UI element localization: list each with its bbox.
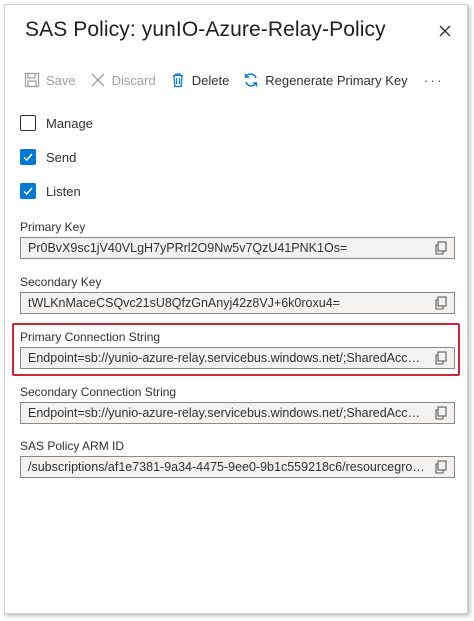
primary-connection-string-value: Endpoint=sb://yunio-azure-relay.serviceb… [28,351,426,365]
delete-button[interactable]: Delete [170,72,230,88]
manage-checkbox-box[interactable] [20,115,36,131]
copy-icon[interactable] [434,241,448,255]
save-label: Save [46,72,76,88]
close-icon [439,25,451,37]
discard-label: Discard [111,72,156,88]
checkbox-listen[interactable]: Listen [20,183,81,199]
discard-button[interactable]: Discard [90,72,156,88]
close-button[interactable] [435,21,455,41]
secondary-key-field[interactable]: tWLKnMaceCSQvc21sU8QfzGnAnyj42z8VJ+6k0ro… [20,292,455,314]
checkbox-send[interactable]: Send [20,149,76,165]
secondary-key-label: Secondary Key [20,275,102,289]
save-icon [24,72,40,88]
secondary-connection-string-field[interactable]: Endpoint=sb://yunio-azure-relay.serviceb… [20,402,455,424]
copy-icon[interactable] [434,460,448,474]
primary-key-label: Primary Key [20,220,86,234]
secondary-key-value: tWLKnMaceCSQvc21sU8QfzGnAnyj42z8VJ+6k0ro… [28,296,340,310]
save-button[interactable]: Save [24,72,76,88]
copy-icon[interactable] [434,296,448,310]
listen-checkbox-box[interactable] [20,183,36,199]
primary-connection-string-field[interactable]: Endpoint=sb://yunio-azure-relay.serviceb… [20,347,455,369]
arm-id-label: SAS Policy ARM ID [20,439,125,453]
primary-key-value: Pr0BvX9sc1jV40VLgH7yPRrl2O9Nw5v7QzU41PNK… [28,241,348,255]
command-bar: Save Discard Delete Regenerate Primary K… [24,66,444,94]
trash-icon [172,73,183,88]
send-label: Send [46,149,77,165]
listen-label: Listen [46,183,81,199]
refresh-icon [245,73,258,87]
copy-icon[interactable] [434,406,448,420]
primary-key-field[interactable]: Pr0BvX9sc1jV40VLgH7yPRrl2O9Nw5v7QzU41PNK… [20,237,455,259]
copy-icon[interactable] [434,351,448,365]
secondary-connection-string-label: Secondary Connection String [20,385,177,399]
regenerate-primary-key-button[interactable]: Regenerate Primary Key [243,72,408,88]
checkmark-icon [23,153,33,162]
checkmark-icon [23,187,33,196]
primary-connection-string-label: Primary Connection String [20,330,161,344]
manage-label: Manage [46,115,93,131]
regenerate-label: Regenerate Primary Key [265,72,408,88]
secondary-connection-string-value: Endpoint=sb://yunio-azure-relay.serviceb… [28,406,426,420]
arm-id-value: /subscriptions/af1e7381-9a34-4475-9ee0-9… [28,460,426,474]
checkbox-manage[interactable]: Manage [20,115,93,131]
delete-label: Delete [191,72,230,88]
discard-icon [91,73,105,87]
panel-title: SAS Policy: yunIO-Azure-Relay-Policy [25,18,386,41]
more-options-button[interactable]: ··· [424,72,444,88]
arm-id-field[interactable]: /subscriptions/af1e7381-9a34-4475-9ee0-9… [20,456,455,478]
send-checkbox-box[interactable] [20,149,36,165]
